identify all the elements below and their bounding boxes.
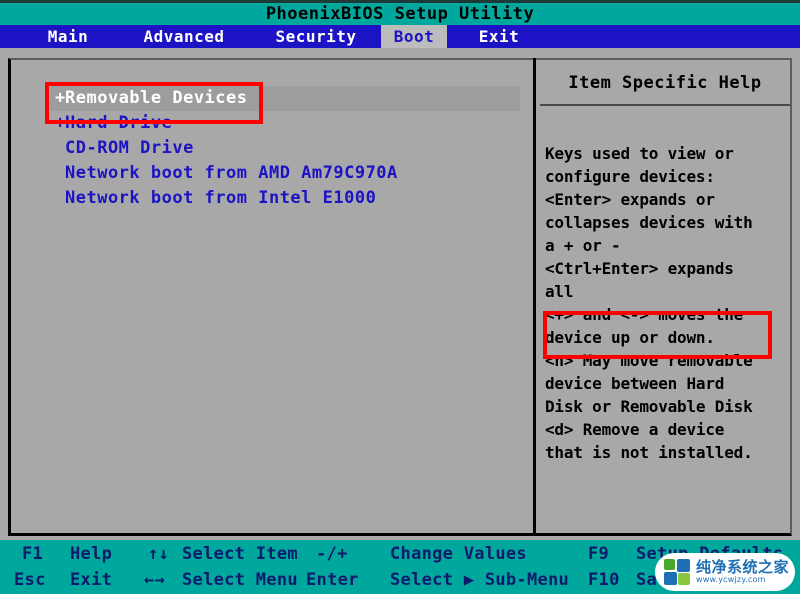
status-bar-cell: F9	[588, 541, 609, 567]
watermark-badge: 纯净系统之家 www.ycwjzy.com	[655, 553, 795, 591]
help-text-line: Keys used to view or	[545, 142, 795, 165]
bios-setup-screen: PhoenixBIOS Setup Utility MainAdvancedSe…	[0, 0, 800, 594]
status-bar-cell: -/+	[316, 541, 348, 567]
panel-divider	[533, 58, 536, 536]
status-bar-cell: ←→	[144, 567, 165, 593]
help-panel-title: Item Specific Help	[540, 62, 790, 106]
boot-list-item-label: CD-ROM Drive	[65, 138, 194, 158]
watermark-url: www.ycwjzy.com	[696, 575, 789, 585]
status-bar-cell: Exit	[70, 567, 112, 593]
boot-list-item-label: Network boot from AMD Am79C970A	[65, 163, 398, 183]
status-bar-cell: Select Menu	[182, 567, 298, 593]
help-text-line: a + or -	[545, 234, 795, 257]
help-text-line: <d> Remove a device	[545, 418, 795, 441]
help-text-line: <Enter> expands or	[545, 188, 795, 211]
window-title: PhoenixBIOS Setup Utility	[0, 3, 800, 25]
boot-list-item-label: Removable Devices	[65, 88, 248, 108]
help-text-line: <+> and <-> moves the	[545, 303, 795, 326]
status-bar-cell: ↑↓	[148, 541, 169, 567]
status-bar-cell: Select Item	[182, 541, 298, 567]
menu-tab-exit[interactable]: Exit	[456, 25, 542, 48]
boot-list-item[interactable]: +Removable Devices	[50, 86, 520, 111]
status-bar-cell: F1	[22, 541, 43, 567]
status-bar-cell: Help	[70, 541, 112, 567]
help-panel-body: Keys used to view orconfigure devices:<E…	[545, 142, 795, 464]
boot-list-item[interactable]: +Hard Drive	[50, 111, 520, 136]
menu-tab-advanced[interactable]: Advanced	[120, 25, 248, 48]
help-text-line: that is not installed.	[545, 441, 795, 464]
menu-tab-main[interactable]: Main	[20, 25, 116, 48]
help-text-line: device up or down.	[545, 326, 795, 349]
status-bar-cell: Esc	[14, 567, 46, 593]
menu-tab-security[interactable]: Security	[252, 25, 380, 48]
expand-marker-icon: +	[55, 86, 65, 111]
help-text-line: collapses devices with	[545, 211, 795, 234]
menu-tab-boot[interactable]: Boot	[381, 25, 447, 48]
help-text-line: configure devices:	[545, 165, 795, 188]
status-bar-cell: Change Values	[390, 541, 527, 567]
help-text-line: <Ctrl+Enter> expands	[545, 257, 795, 280]
boot-list-item[interactable]: CD-ROM Drive	[50, 136, 520, 161]
help-text-line: <n> May move removable	[545, 349, 795, 372]
status-bar-cell: F10	[588, 567, 620, 593]
help-text-line: Disk or Removable Disk	[545, 395, 795, 418]
help-text-line: device between Hard	[545, 372, 795, 395]
menu-bar: MainAdvancedSecurityBoot Exit	[0, 25, 800, 48]
expand-marker-icon: +	[55, 111, 65, 136]
status-bar-cell: Select ▶ Sub-Menu	[390, 567, 569, 593]
boot-list-item-label: Hard Drive	[65, 113, 172, 133]
boot-order-list[interactable]: +Removable Devices+Hard DriveCD-ROM Driv…	[50, 86, 520, 211]
boot-list-item-label: Network boot from Intel E1000	[65, 188, 376, 208]
help-text-line: all	[545, 280, 795, 303]
status-bar-cell: Enter	[306, 567, 359, 593]
watermark-name: 纯净系统之家	[696, 559, 789, 575]
boot-list-item[interactable]: Network boot from AMD Am79C970A	[50, 161, 520, 186]
menu-gap	[0, 48, 800, 58]
watermark-logo-icon	[664, 559, 690, 585]
boot-list-item[interactable]: Network boot from Intel E1000	[50, 186, 520, 211]
